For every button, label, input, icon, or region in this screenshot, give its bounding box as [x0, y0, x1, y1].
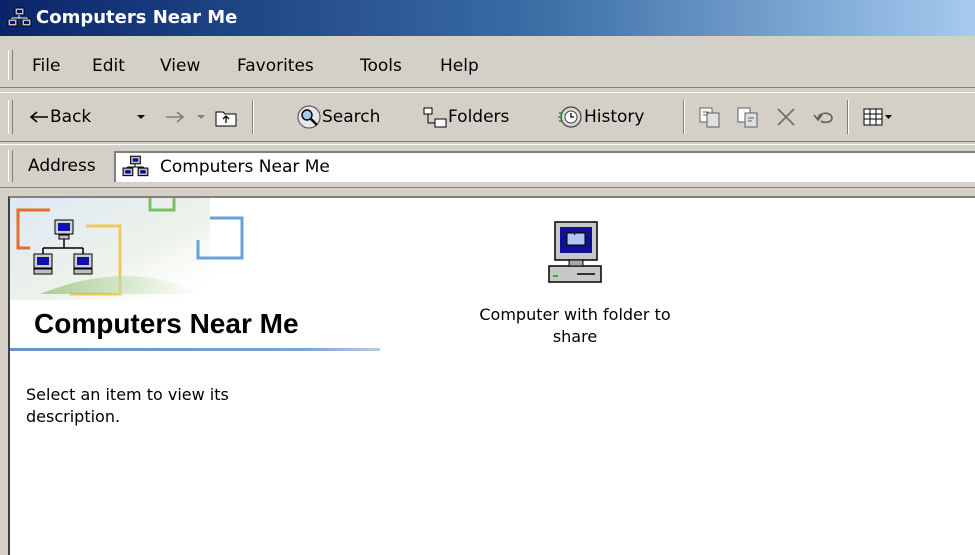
folders-button[interactable]: Folders [422, 102, 509, 132]
back-label: Back [50, 107, 92, 127]
network-computers-icon [122, 155, 149, 177]
addressbar-grip[interactable] [8, 150, 13, 182]
forward-arrow-icon [166, 111, 185, 123]
toolbar-separator [252, 100, 254, 134]
address-value: Computers Near Me [160, 157, 330, 177]
back-arrow-icon [29, 111, 48, 123]
standard-toolbar: Back Search Folders History [0, 92, 975, 142]
address-label: Address [28, 156, 96, 176]
up-folder-button[interactable] [214, 102, 238, 132]
computer-item-label: Computer with folder to share [479, 305, 671, 346]
toolbar-separator [683, 100, 685, 134]
move-to-button[interactable] [697, 102, 723, 132]
chevron-down-icon [137, 115, 145, 119]
history-button[interactable]: History [556, 102, 644, 132]
menu-favorites[interactable]: Favorites [237, 54, 314, 78]
window-title: Computers Near Me [36, 7, 238, 28]
info-panel-divider [10, 348, 380, 351]
views-button[interactable] [862, 102, 894, 132]
search-button[interactable]: Search [296, 102, 380, 132]
views-icon [863, 108, 892, 126]
menubar-grip[interactable] [8, 50, 13, 80]
back-dropdown[interactable] [136, 102, 146, 132]
history-icon [558, 106, 582, 128]
copy-to-icon [737, 107, 758, 128]
address-field[interactable]: Computers Near Me [114, 151, 975, 182]
undo-icon [813, 112, 833, 124]
folder-banner-graphic [10, 198, 244, 300]
folders-tree-icon [423, 107, 447, 128]
forward-button[interactable] [164, 102, 186, 132]
menu-view[interactable]: View [160, 54, 200, 78]
toolbar-separator [847, 100, 849, 134]
menu-edit[interactable]: Edit [92, 54, 125, 78]
delete-button[interactable] [774, 102, 798, 132]
info-panel-title: Computers Near Me [34, 308, 299, 339]
folder-view: Computers Near Me Select an item to view… [8, 196, 975, 555]
title-bar[interactable]: Computers Near Me [0, 0, 975, 36]
search-label: Search [322, 107, 381, 127]
search-icon [297, 105, 321, 129]
computer-icon [548, 221, 602, 283]
forward-dropdown[interactable] [196, 102, 206, 132]
chevron-down-icon [197, 115, 205, 119]
menu-file[interactable]: File [32, 54, 60, 78]
back-button[interactable]: Back [28, 102, 91, 132]
history-label: History [584, 107, 645, 127]
up-folder-icon [215, 111, 237, 127]
menu-tools[interactable]: Tools [360, 54, 402, 78]
delete-icon [777, 108, 795, 126]
address-bar: Address Computers Near Me [0, 144, 975, 188]
copy-to-button[interactable] [735, 102, 761, 132]
menu-help[interactable]: Help [440, 54, 479, 78]
undo-button[interactable] [811, 102, 837, 132]
menu-bar: File Edit View Favorites Tools Help [0, 45, 975, 88]
info-panel-description: Select an item to view its description. [26, 385, 229, 426]
toolbar-grip[interactable] [8, 100, 13, 134]
move-to-icon [699, 107, 720, 128]
folders-label: Folders [448, 107, 510, 127]
network-computers-icon [7, 7, 32, 27]
computer-item[interactable]: Computer with folder to share [460, 220, 690, 348]
